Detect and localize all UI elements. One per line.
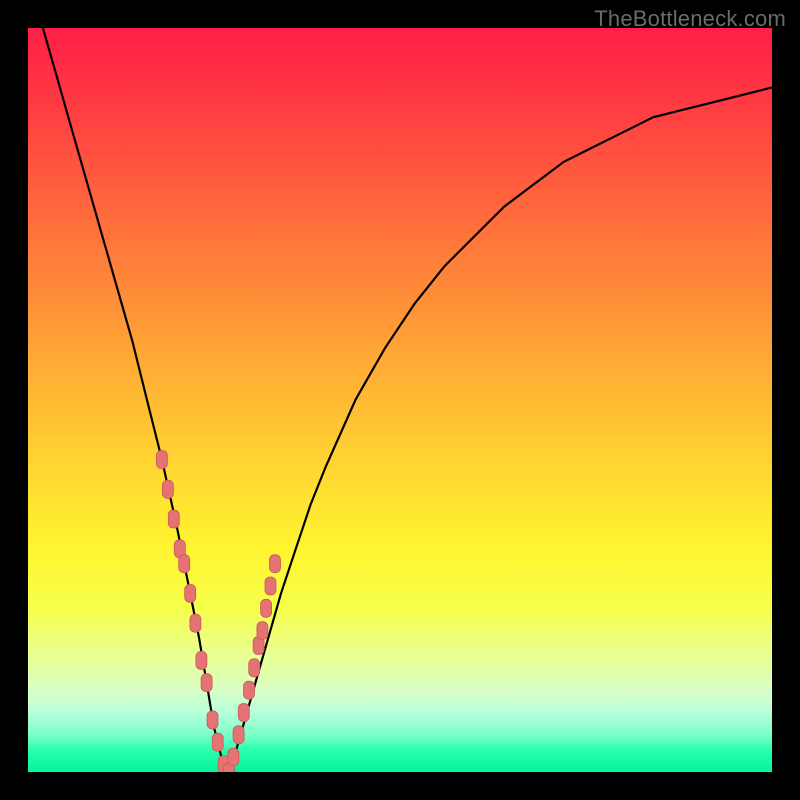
- curve-marker: [238, 704, 249, 722]
- curve-marker: [228, 748, 239, 766]
- curve-marker: [179, 555, 190, 573]
- curve-marker: [270, 555, 281, 573]
- curve-marker: [257, 622, 268, 640]
- chart-svg: [28, 28, 772, 772]
- curve-marker: [190, 614, 201, 632]
- curve-marker: [162, 480, 173, 498]
- curve-marker: [244, 681, 255, 699]
- curve-marker: [156, 451, 167, 469]
- curve-marker: [185, 584, 196, 602]
- curve-marker: [207, 711, 218, 729]
- curve-marker: [196, 651, 207, 669]
- chart-area: [28, 28, 772, 772]
- curve-marker: [265, 577, 276, 595]
- watermark-text: TheBottleneck.com: [594, 6, 786, 32]
- curve-marker: [261, 599, 272, 617]
- curve-marker: [212, 733, 223, 751]
- curve-marker: [233, 726, 244, 744]
- marker-group: [156, 451, 280, 773]
- bottleneck-curve: [43, 28, 772, 772]
- curve-marker: [249, 659, 260, 677]
- curve-marker: [168, 510, 179, 528]
- curve-marker: [201, 674, 212, 692]
